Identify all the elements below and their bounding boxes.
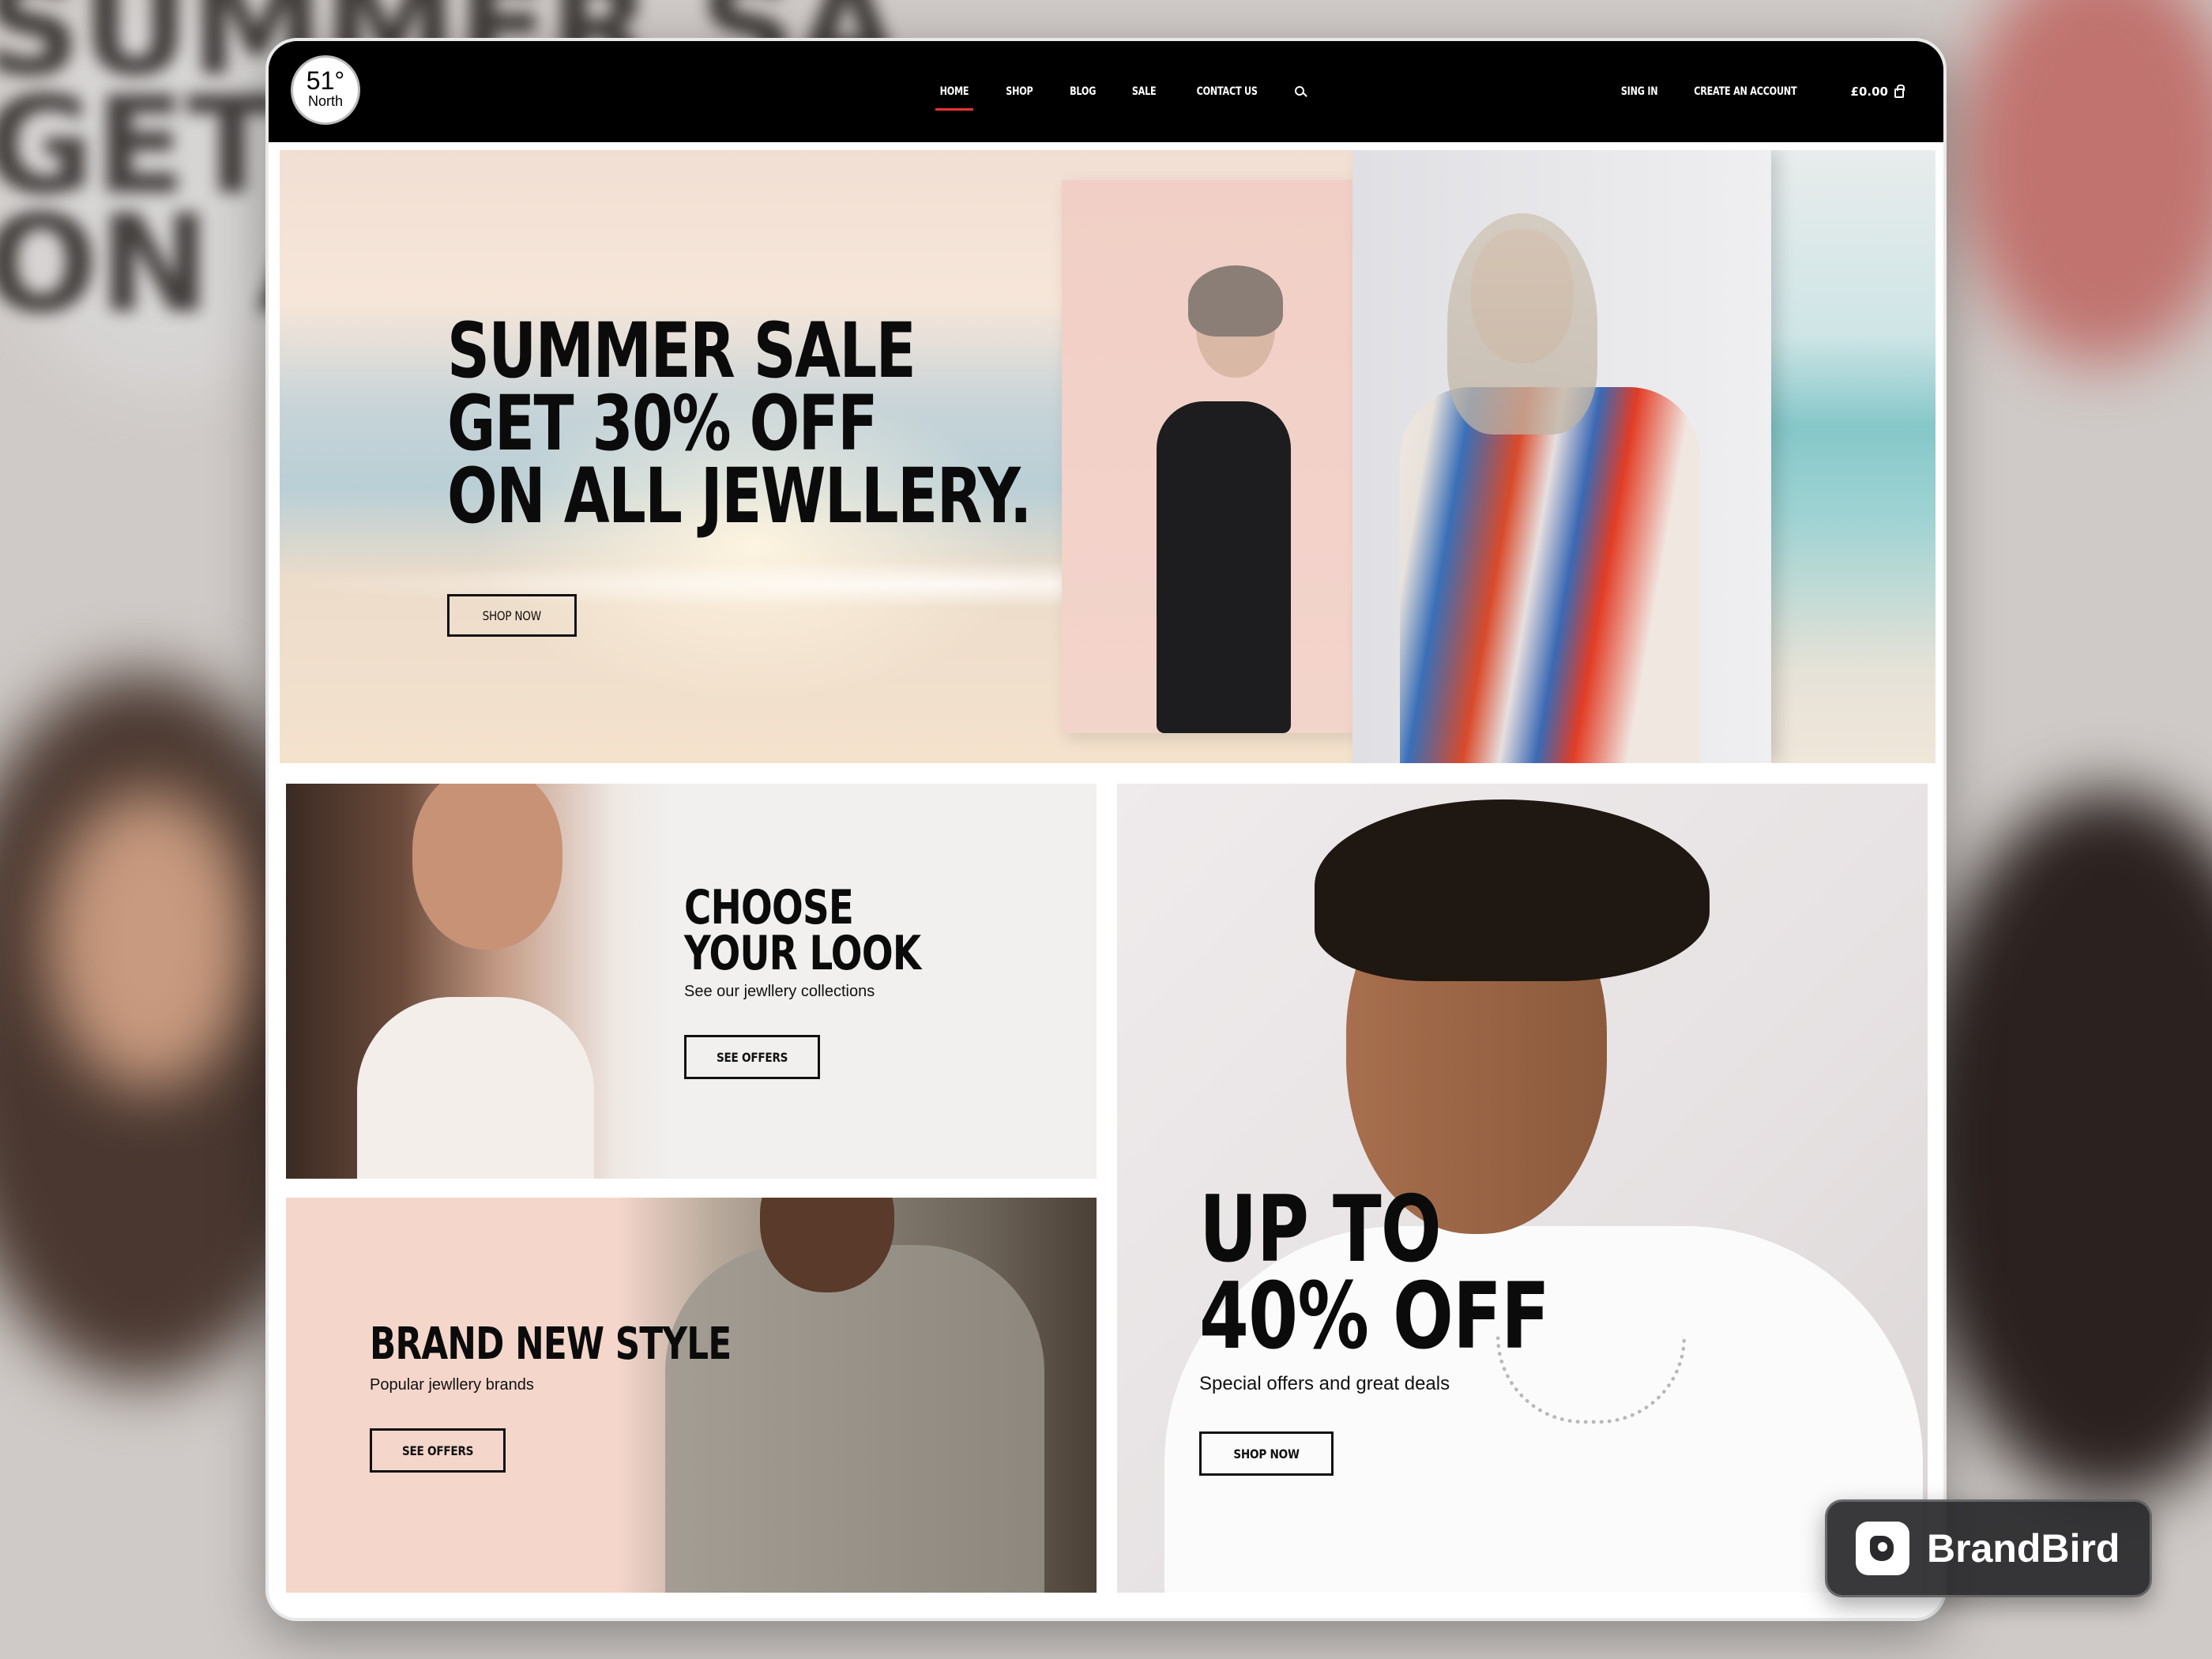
hero-model-photo-1 <box>1062 180 1352 733</box>
backdrop-shape <box>1959 0 2212 363</box>
website-frame: 51° North HOME SHOP BLOG SALE CONTACT US… <box>265 38 1947 1621</box>
create-account-link[interactable]: CREATE AN ACCOUNT <box>1687 85 1804 98</box>
man-tshirt-shape <box>665 1245 1044 1593</box>
choose-see-offers-label: SEE OFFERS <box>716 1049 788 1065</box>
model-dress-shape <box>1400 387 1700 763</box>
backdrop-shape <box>47 790 253 1090</box>
nav-contact-us[interactable]: CONTACT US <box>1185 85 1270 98</box>
hero-sea-image <box>1770 150 1936 763</box>
cart-button[interactable]: £0.00 <box>1850 85 1905 99</box>
man-curly-hair-shape <box>1315 799 1710 981</box>
woman-face-shape <box>412 784 562 950</box>
backdrop-shape <box>1912 790 2212 1501</box>
nav-home[interactable]: HOME <box>927 85 980 111</box>
nav-sale[interactable]: SALE <box>1120 85 1168 98</box>
brandbird-badge: BrandBird <box>1825 1499 2152 1597</box>
brandbird-label: BrandBird <box>1927 1526 2120 1571</box>
cart-total: £0.00 <box>1850 85 1888 99</box>
hero-banner: SUMMER SALE GET 30% OFF ON ALL JEWLLERY.… <box>280 150 1936 763</box>
site-logo[interactable]: 51° North <box>291 55 360 125</box>
hero-model-photo-2 <box>1352 150 1771 763</box>
nav-blog[interactable]: BLOG <box>1058 85 1108 98</box>
logo-word: North <box>307 93 343 109</box>
model-dress-shape <box>1157 401 1291 733</box>
brand-new-style-tile: BRAND NEW STYLE Popular jewllery brands … <box>286 1198 1097 1593</box>
up-to-40-off-tile: UP TO 40% OFF Special offers and great d… <box>1117 784 1928 1593</box>
search-icon[interactable] <box>1293 85 1307 99</box>
main-menu: HOME SHOP BLOG SALE CONTACT US <box>921 41 1307 142</box>
top-navigation: 51° North HOME SHOP BLOG SALE CONTACT US… <box>269 41 1943 142</box>
model-hair-shape <box>1447 213 1597 434</box>
choose-your-look-title: CHOOSE YOUR LOOK <box>684 880 921 981</box>
logo-number: 51° <box>306 66 345 95</box>
offer-shop-now-label: SHOP NOW <box>1233 1446 1300 1462</box>
brand-see-offers-label: SEE OFFERS <box>401 1443 474 1458</box>
model-hair-shape <box>1188 265 1283 337</box>
brand-new-style-subtitle: Popular jewllery brands <box>370 1376 534 1394</box>
choose-see-offers-button[interactable]: SEE OFFERS <box>684 1035 820 1079</box>
hero-headline: SUMMER SALE GET 30% OFF ON ALL JEWLLERY. <box>447 307 1032 540</box>
brand-new-style-title: BRAND NEW STYLE <box>370 1319 732 1370</box>
choose-your-look-tile: CHOOSE YOUR LOOK See our jewllery collec… <box>286 784 1097 1179</box>
brandbird-logo-icon <box>1856 1522 1909 1575</box>
brand-see-offers-button[interactable]: SEE OFFERS <box>370 1428 506 1473</box>
hero-shop-now-button[interactable]: SHOP NOW <box>447 594 577 637</box>
bag-icon <box>1894 85 1905 98</box>
account-menu: SING IN CREATE AN ACCOUNT £0.00 <box>1607 41 1905 142</box>
offer-title: UP TO 40% OFF <box>1199 1176 1550 1370</box>
offer-shop-now-button[interactable]: SHOP NOW <box>1199 1431 1334 1476</box>
hero-shop-now-label: SHOP NOW <box>482 608 542 623</box>
offer-subtitle: Special offers and great deals <box>1199 1373 1450 1394</box>
choose-your-look-subtitle: See our jewllery collections <box>684 983 875 1000</box>
nav-shop[interactable]: SHOP <box>994 85 1045 98</box>
sign-in-link[interactable]: SING IN <box>1613 85 1665 98</box>
woman-blouse-shape <box>357 997 594 1179</box>
